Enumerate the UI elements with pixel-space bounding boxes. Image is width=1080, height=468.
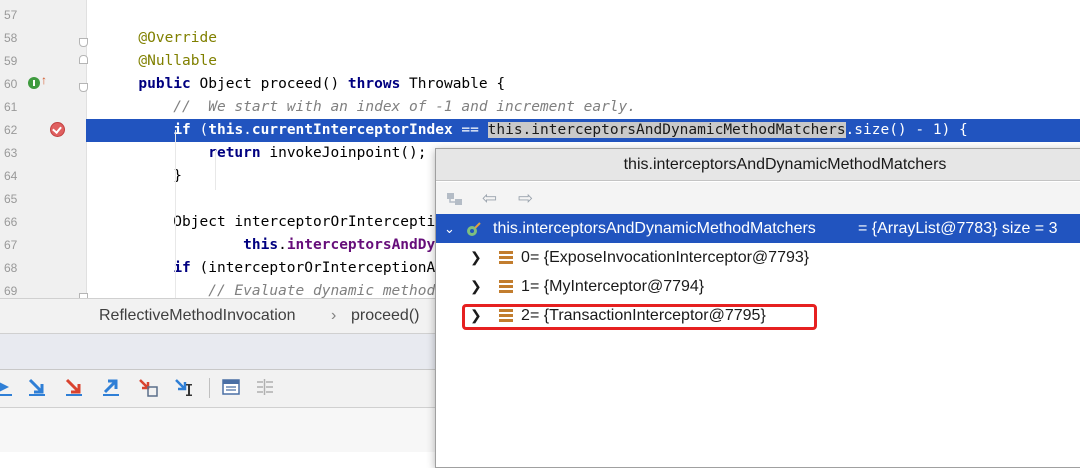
indent-guide (215, 150, 216, 190)
item-index: 0 (521, 249, 530, 266)
breadcrumb-separator: › (331, 307, 337, 324)
code-token: this (243, 237, 279, 253)
breadcrumb-method[interactable]: proceed() (351, 307, 419, 325)
item-index: 1 (521, 278, 530, 295)
evaluate-expression-icon[interactable] (220, 376, 242, 398)
force-step-into-icon[interactable] (63, 376, 85, 398)
code-token: . (243, 122, 252, 138)
tree-item-row[interactable]: ❯ 1 = {MyInterceptor@7794} (436, 272, 1080, 301)
back-arrow-icon[interactable]: ⇦ (482, 189, 497, 207)
code-token: . (278, 237, 287, 253)
line-number: 65 (4, 192, 18, 206)
code-token: return (208, 145, 261, 161)
line-number: 64 (4, 169, 18, 183)
drop-frame-icon[interactable] (137, 376, 159, 398)
step-over-icon[interactable] (0, 376, 16, 398)
forward-arrow-icon[interactable]: ⇨ (518, 189, 533, 207)
item-value: = {MyInterceptor@7794} (530, 278, 705, 295)
line-number: 57 (4, 8, 18, 22)
line-number: 58 (4, 31, 18, 45)
step-out-icon[interactable] (100, 376, 122, 398)
code-line[interactable] (86, 4, 1080, 27)
line-number: 61 (4, 100, 18, 114)
root-name: this.interceptorsAndDynamicMethodMatcher… (493, 220, 816, 237)
code-token: @Nullable (103, 53, 217, 69)
line-number: 68 (4, 261, 18, 275)
code-token: .size() - 1) { (845, 122, 968, 138)
chevron-down-icon[interactable]: ⌄ (444, 214, 455, 243)
code-line[interactable]: @Nullable (86, 50, 1080, 73)
list-element-icon (499, 251, 513, 264)
code-token: } (103, 168, 183, 184)
editor-gutter[interactable]: 57 58 59 60 61 62 63 64 65 66 67 68 69 (0, 0, 88, 298)
code-token: @Override (103, 30, 217, 46)
toolbar-separator (209, 378, 210, 398)
code-line[interactable]: // We start with an index of -1 and incr… (86, 96, 1080, 119)
code-token: Object proceed() (190, 76, 348, 92)
line-number: 67 (4, 238, 18, 252)
line-number: 63 (4, 146, 18, 160)
tree-item-row[interactable]: ❯ 0 = {ExposeInvocationInterceptor@7793} (436, 243, 1080, 272)
line-number: 69 (4, 284, 18, 298)
code-token: currentInterceptorIndex (251, 122, 453, 138)
code-token: ( (190, 122, 209, 138)
field-watch-icon (467, 222, 481, 236)
line-number: 62 (4, 123, 18, 137)
current-execution-line[interactable]: if (this.currentInterceptorIndex == this… (86, 119, 1080, 142)
code-token: public (138, 76, 191, 92)
hierarchy-icon[interactable] (446, 191, 464, 207)
chevron-right-icon[interactable]: ❯ (470, 272, 482, 301)
line-number: 59 (4, 54, 18, 68)
tree-root-row[interactable]: ⌄ this.interceptorsAndDynamicMethodMatch… (436, 214, 1080, 243)
indent-guide (175, 130, 176, 298)
popup-toolbar: ⇦ ⇨ (436, 182, 1080, 214)
code-line[interactable]: public Object proceed() throws Throwable… (86, 73, 1080, 96)
highlight-box (462, 304, 817, 330)
override-method-icon[interactable] (28, 77, 40, 89)
breakpoint-icon[interactable] (50, 122, 65, 137)
code-token: Throwable { (400, 76, 506, 92)
popup-title: this.interceptorsAndDynamicMethodMatcher… (436, 149, 1080, 181)
list-element-icon (499, 280, 513, 293)
code-token: invokeJoinpoint(); (260, 145, 427, 161)
line-number: 66 (4, 215, 18, 229)
selected-expression: this.interceptorsAndDynamicMethodMatcher… (487, 122, 846, 138)
step-into-icon[interactable] (26, 376, 48, 398)
code-token: == (452, 122, 488, 138)
trace-current-stream-icon[interactable] (254, 376, 276, 398)
breadcrumb-class[interactable]: ReflectiveMethodInvocation (99, 307, 296, 325)
code-token: // We start with an index of -1 and incr… (103, 99, 636, 115)
run-to-cursor-icon[interactable] (173, 376, 195, 398)
item-value: = {ExposeInvocationInterceptor@7793} (530, 249, 810, 266)
go-to-super-method-icon[interactable]: ↑ (41, 74, 47, 86)
code-token: this (208, 122, 244, 138)
code-line[interactable]: @Override (86, 27, 1080, 50)
code-token: throws (347, 76, 401, 92)
root-value: = {ArrayList@7783} size = 3 (858, 220, 1058, 237)
chevron-right-icon[interactable]: ❯ (470, 243, 482, 272)
line-number: 60 (4, 77, 18, 91)
